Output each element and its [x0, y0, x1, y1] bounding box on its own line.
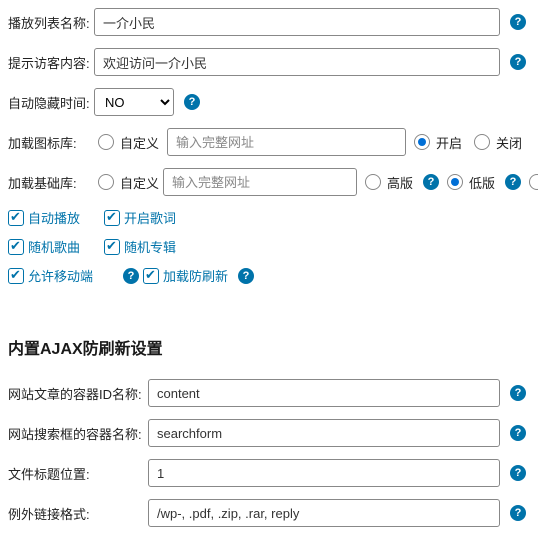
help-icon[interactable]: ?	[505, 174, 521, 190]
title-pos-input[interactable]	[148, 459, 500, 487]
playlist-name-label: 播放列表名称:	[8, 13, 94, 32]
iconlib-label: 加载图标库:	[8, 133, 94, 152]
iconlib-custom-radio[interactable]	[98, 134, 114, 150]
lyrics-checkbox[interactable]	[104, 210, 120, 226]
baselib-url-input[interactable]	[163, 168, 357, 196]
baselib-label: 加载基础库:	[8, 173, 94, 192]
help-icon[interactable]: ?	[423, 174, 439, 190]
ajax-section-title: 内置AJAX防刷新设置	[8, 335, 526, 359]
container-id-input[interactable]	[148, 379, 500, 407]
baselib-custom-radio[interactable]	[98, 174, 114, 190]
iconlib-open-radio[interactable]	[414, 134, 430, 150]
help-icon[interactable]: ?	[123, 268, 139, 284]
autoplay-checkbox[interactable]	[8, 210, 24, 226]
visitor-msg-label: 提示访客内容:	[8, 53, 94, 72]
baselib-close-radio[interactable]	[529, 174, 538, 190]
iconlib-custom-label: 自定义	[120, 133, 159, 152]
search-container-input[interactable]	[148, 419, 500, 447]
help-icon[interactable]: ?	[510, 505, 526, 521]
random-album-checkbox[interactable]	[104, 239, 120, 255]
search-container-label: 网站搜索框的容器名称:	[8, 424, 148, 443]
title-pos-label: 文件标题位置:	[8, 464, 148, 483]
help-icon[interactable]: ?	[238, 268, 254, 284]
iconlib-close-label: 关闭	[496, 133, 522, 152]
autoplay-label: 自动播放	[28, 208, 80, 227]
help-icon[interactable]: ?	[510, 14, 526, 30]
anti-refresh-checkbox[interactable]	[143, 268, 159, 284]
help-icon[interactable]: ?	[510, 54, 526, 70]
help-icon[interactable]: ?	[510, 425, 526, 441]
baselib-custom-label: 自定义	[120, 173, 159, 192]
playlist-name-input[interactable]	[94, 8, 500, 36]
iconlib-close-radio[interactable]	[474, 134, 490, 150]
allow-mobile-checkbox[interactable]	[8, 268, 24, 284]
anti-refresh-label: 加载防刷新	[163, 266, 228, 285]
random-song-checkbox[interactable]	[8, 239, 24, 255]
help-icon[interactable]: ?	[510, 385, 526, 401]
visitor-msg-input[interactable]	[94, 48, 500, 76]
random-song-label: 随机歌曲	[28, 237, 80, 256]
external-link-input[interactable]	[148, 499, 500, 527]
baselib-high-radio[interactable]	[365, 174, 381, 190]
help-icon[interactable]: ?	[184, 94, 200, 110]
auto-hide-select[interactable]: NO	[94, 88, 174, 116]
baselib-low-label: 低版	[469, 173, 495, 192]
iconlib-url-input[interactable]	[167, 128, 406, 156]
random-album-label: 随机专辑	[124, 237, 176, 256]
baselib-high-label: 高版	[387, 173, 413, 192]
external-link-label: 例外链接格式:	[8, 504, 148, 523]
iconlib-open-label: 开启	[436, 133, 462, 152]
baselib-low-radio[interactable]	[447, 174, 463, 190]
help-icon[interactable]: ?	[510, 465, 526, 481]
lyrics-label: 开启歌词	[124, 208, 176, 227]
auto-hide-label: 自动隐藏时间:	[8, 93, 94, 112]
container-id-label: 网站文章的容器ID名称:	[8, 384, 148, 403]
allow-mobile-label: 允许移动端	[28, 266, 93, 285]
